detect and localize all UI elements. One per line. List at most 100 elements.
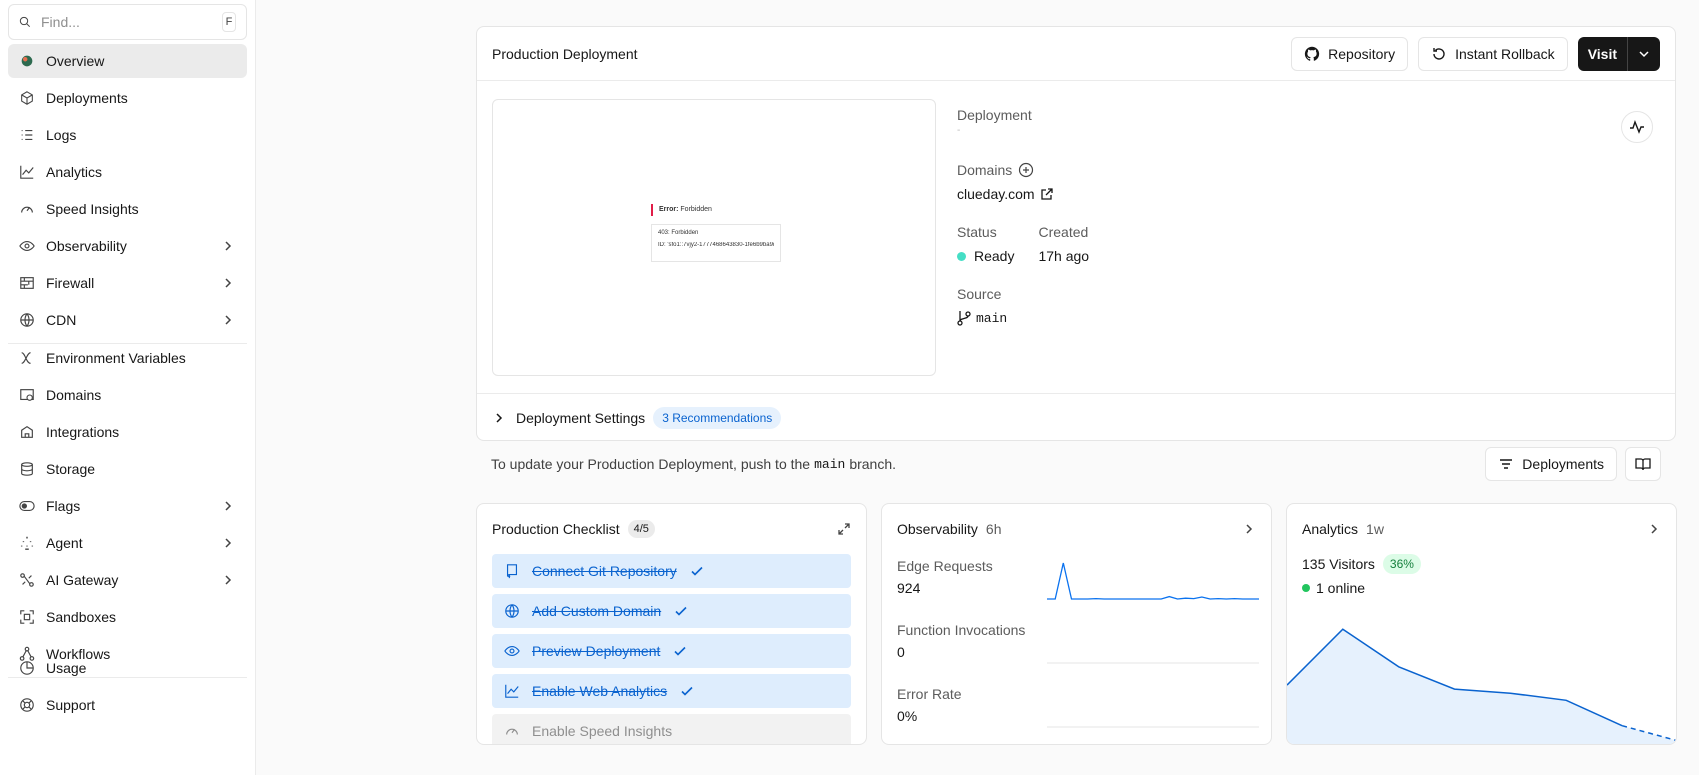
domain-link[interactable]: clueday.com — [957, 186, 1035, 202]
sidebar-item-label: Agent — [46, 535, 83, 551]
sidebar-item-usage[interactable]: Usage — [8, 651, 247, 685]
production-checklist-card: Production Checklist 4/5 Connect Git Rep… — [476, 503, 867, 745]
deployment-settings-row[interactable]: Deployment Settings 3 Recommendations — [477, 393, 1675, 441]
external-link-icon[interactable] — [1040, 187, 1053, 201]
deployments-button[interactable]: Deployments — [1485, 447, 1617, 481]
rollback-label: Instant Rollback — [1455, 45, 1555, 62]
variable-icon — [21, 352, 31, 364]
visitors-area — [1287, 629, 1676, 744]
preview-error-label: Error: — [659, 206, 679, 213]
sidebar-item-domains[interactable]: Domains — [8, 378, 247, 412]
chevron-right-icon — [225, 241, 232, 251]
chevron-down-icon — [1639, 50, 1649, 57]
checklist-item[interactable]: Connect Git Repository — [492, 554, 851, 588]
observability-card[interactable]: Observability 6h Edge Requests 924 Funct… — [881, 503, 1272, 745]
update-prefix: To update your Production Deployment, pu… — [491, 456, 811, 472]
repository-button[interactable]: Repository — [1291, 36, 1409, 71]
source-label: Source — [957, 286, 1002, 302]
sidebar-item-agent[interactable]: Agent — [8, 526, 247, 560]
preview-error-text: Forbidden — [680, 206, 712, 213]
expand-icon[interactable] — [837, 522, 851, 536]
github-icon — [1305, 46, 1320, 61]
domains-label: Domains — [957, 162, 1013, 178]
recommendations-badge: 3 Recommendations — [653, 406, 782, 429]
activity-button[interactable] — [1621, 111, 1653, 143]
metric-function-invocations: Function Invocations 0 — [897, 622, 1025, 660]
status-dot — [957, 251, 966, 261]
toggle-icon — [19, 500, 35, 512]
online-dot — [1302, 584, 1310, 592]
eye-icon — [19, 240, 35, 252]
check-icon — [674, 646, 686, 656]
checklist-item[interactable]: Add Custom Domain — [492, 594, 851, 628]
support-icon — [20, 698, 34, 712]
checklist-item[interactable]: Preview Deployment — [492, 634, 851, 668]
sidebar-item-speed-insights[interactable]: Speed Insights — [8, 192, 247, 226]
analytics-card[interactable]: Analytics 1w 135 Visitors 36% 1 online — [1286, 503, 1677, 745]
globe-icon — [20, 313, 34, 327]
source-branch[interactable]: main — [976, 311, 1007, 326]
sidebar-item-ai-gateway[interactable]: AI Gateway — [8, 563, 247, 597]
git-branch-icon — [957, 311, 971, 326]
main-content: Production Deployment Repository Instant… — [257, 0, 1699, 775]
check-icon — [691, 566, 703, 576]
sidebar-item-environment-variables[interactable]: Environment Variables — [8, 341, 247, 375]
observability-title: Observability — [897, 521, 978, 537]
sidebar-item-overview[interactable]: Overview — [8, 44, 247, 78]
chevron-right-icon[interactable] — [1242, 522, 1256, 536]
sidebar-item-deployments[interactable]: Deployments — [8, 81, 247, 115]
sidebar-item-support[interactable]: Support — [8, 688, 247, 722]
visit-dropdown-button[interactable] — [1628, 37, 1660, 71]
sandbox-icon — [20, 610, 34, 624]
visit-split-button: Visit — [1577, 36, 1660, 71]
sidebar-item-firewall[interactable]: Firewall — [8, 266, 247, 300]
activity-icon — [1630, 119, 1644, 134]
sidebar-item-label: Sandboxes — [46, 609, 117, 625]
line-chart-icon — [505, 684, 519, 698]
update-suffix: branch. — [849, 456, 897, 472]
sidebar-item-label: Logs — [46, 127, 77, 143]
sidebar-item-integrations[interactable]: Integrations — [8, 415, 247, 449]
deployment-preview[interactable]: Error: Forbidden 403: Forbidden ID: 'sfo… — [492, 99, 936, 376]
book-icon — [1635, 458, 1651, 471]
database-icon — [21, 462, 33, 476]
repository-label: Repository — [1328, 45, 1396, 62]
sidebar-item-label: Speed Insights — [46, 201, 139, 217]
metric-label: Edge Requests — [897, 558, 993, 574]
instant-rollback-button[interactable]: Instant Rollback — [1418, 36, 1568, 71]
sidebar-item-observability[interactable]: Observability — [8, 229, 247, 263]
checklist-item[interactable]: Enable Web Analytics — [492, 674, 851, 708]
chevron-right-icon — [225, 538, 232, 548]
sidebar-item-logs[interactable]: Logs — [8, 118, 247, 152]
sidebar-item-label: Domains — [46, 387, 102, 403]
sidebar-item-cdn[interactable]: CDN — [8, 303, 247, 337]
checklist-item[interactable]: Enable Speed Insights — [492, 714, 851, 744]
sidebar-item-analytics[interactable]: Analytics — [8, 155, 247, 189]
chevron-right-icon[interactable] — [1647, 522, 1661, 536]
deployment-info: Deployment - Domains clueday.com Status … — [957, 107, 1089, 326]
status-value: Ready — [974, 248, 1015, 264]
integrations-icon — [21, 425, 33, 438]
sidebar-nav-group: Usage Support — [8, 651, 247, 725]
sidebar-item-storage[interactable]: Storage — [8, 452, 247, 486]
chevron-right-icon — [225, 501, 232, 511]
checklist-title: Production Checklist — [492, 521, 620, 537]
chevron-right-icon — [225, 315, 232, 325]
preview-icon — [504, 645, 520, 657]
firewall-icon — [20, 277, 34, 289]
search-box[interactable]: F — [8, 4, 247, 40]
docs-button[interactable] — [1625, 447, 1661, 481]
sidebar-item-flags[interactable]: Flags — [8, 489, 247, 523]
sidebar-item-label: AI Gateway — [46, 572, 119, 588]
deployment-value: - — [957, 125, 961, 136]
search-input[interactable] — [41, 14, 222, 30]
sidebar-item-label: Environment Variables — [46, 350, 186, 366]
sidebar-item-label: Observability — [46, 238, 127, 254]
visit-button[interactable]: Visit — [1578, 36, 1628, 71]
checklist-item-label: Add Custom Domain — [532, 603, 662, 619]
production-title: Production Deployment — [492, 45, 638, 62]
update-branch: main — [814, 456, 846, 472]
sidebar-item-label: Storage — [46, 461, 96, 477]
add-domain-icon[interactable] — [1018, 162, 1034, 178]
sidebar-item-sandboxes[interactable]: Sandboxes — [8, 600, 247, 634]
